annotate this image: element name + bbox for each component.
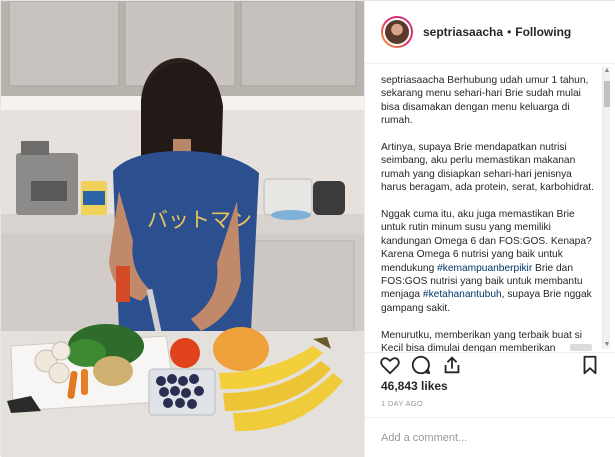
caption-username[interactable]: septriasaacha xyxy=(381,75,444,86)
scrollbar-thumb[interactable] xyxy=(604,81,610,107)
comments-scrollbar[interactable]: ▲ ▼ xyxy=(602,67,610,349)
caption-text: septriasaacha Berhubung udah umur 1 tahu… xyxy=(381,74,595,352)
action-bar xyxy=(365,352,615,380)
likes-count[interactable]: 46,843 likes xyxy=(381,379,448,393)
post-header: septriasaacha • Following xyxy=(365,1,615,64)
instagram-post: バットマン septriasaacha • Following septrias… xyxy=(0,0,615,457)
caption-para-2: Artinya, supaya Brie mendapatkan nutrisi… xyxy=(381,142,594,194)
caption-para-4: Menurutku, memberikan yang terbaik buat … xyxy=(381,329,583,352)
username-link[interactable]: septriasaacha xyxy=(423,25,503,39)
kitchen-photo-illustration: バットマン xyxy=(1,1,364,457)
comment-input[interactable] xyxy=(381,431,581,444)
scroll-up-arrow-icon[interactable]: ▲ xyxy=(603,67,611,75)
following-button[interactable]: Following xyxy=(515,25,571,39)
bookmark-icon[interactable] xyxy=(579,354,601,376)
scroll-down-arrow-icon[interactable]: ▼ xyxy=(603,341,611,349)
separator-dot: • xyxy=(507,25,512,39)
comment-box xyxy=(365,417,615,457)
hashtag-link[interactable]: #ketahanantubuh xyxy=(423,289,502,300)
avatar[interactable] xyxy=(381,16,413,48)
avatar-image xyxy=(383,18,411,46)
more-button[interactable] xyxy=(570,344,592,351)
comment-icon[interactable] xyxy=(410,354,432,376)
hashtag-link[interactable]: #kemampuanberpikir xyxy=(437,263,532,274)
heart-icon[interactable] xyxy=(379,354,401,376)
share-icon[interactable] xyxy=(441,354,463,376)
comments-area: septriasaacha Berhubung udah umur 1 tahu… xyxy=(365,64,615,352)
post-date[interactable]: 1 DAY AGO xyxy=(381,399,423,408)
post-side-panel: septriasaacha • Following septriasaacha … xyxy=(364,1,615,457)
post-photo[interactable]: バットマン xyxy=(1,1,364,457)
